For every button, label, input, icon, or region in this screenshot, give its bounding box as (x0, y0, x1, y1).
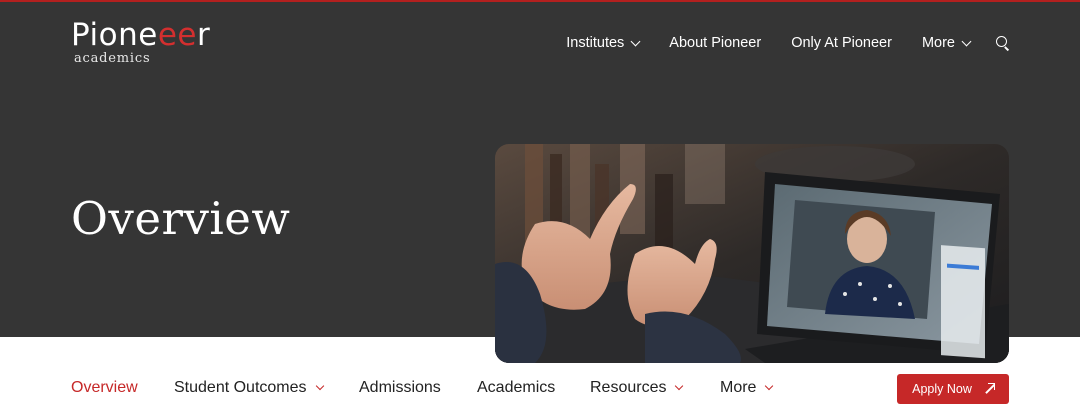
nav-only-at-pioneer[interactable]: Only At Pioneer (791, 35, 892, 51)
nav-more-label: More (921, 35, 955, 51)
chevron-down-icon (630, 36, 641, 46)
logo-tagline: academics (74, 51, 151, 66)
hero-photo (495, 144, 1009, 363)
nav-about-pioneer[interactable]: About Pioneer (669, 35, 761, 51)
page-title: Overview (71, 192, 291, 245)
tab-student-outcomes[interactable]: Student Outcomes (174, 379, 324, 397)
nav-institutes[interactable]: Institutes (566, 35, 641, 51)
nav-institutes-label: Institutes (566, 35, 625, 51)
tab-overview[interactable]: Overview (71, 379, 138, 397)
tab-admissions-label: Admissions (359, 379, 441, 396)
tab-more[interactable]: More (720, 379, 774, 397)
chevron-down-icon (961, 36, 972, 46)
apply-now-button[interactable]: Apply Now (897, 374, 1009, 404)
tab-admissions[interactable]: Admissions (359, 379, 441, 397)
arrow-up-right-icon (984, 383, 995, 394)
nav-only-label: Only At Pioneer (791, 35, 892, 51)
logo-text-end: r (196, 17, 211, 53)
chevron-down-icon (675, 381, 684, 391)
chevron-down-icon (315, 381, 324, 391)
tab-resources[interactable]: Resources (590, 379, 684, 397)
tab-academics[interactable]: Academics (477, 379, 555, 397)
logo-text-start: Pione (71, 17, 158, 53)
chevron-down-icon (765, 381, 774, 391)
tab-student-outcomes-label: Student Outcomes (174, 379, 307, 396)
nav-about-label: About Pioneer (669, 35, 762, 51)
search-icon[interactable] (996, 36, 1010, 50)
nav-more[interactable]: More (921, 35, 972, 51)
video-call-photo-icon (495, 144, 1009, 363)
main-nav: Institutes About Pioneer Only At Pioneer… (566, 33, 1010, 53)
tab-academics-label: Academics (477, 379, 556, 396)
logo[interactable]: Pioneeer academics (71, 18, 210, 66)
tab-more-label: More (720, 379, 757, 396)
tab-overview-label: Overview (71, 379, 138, 396)
apply-now-label: Apply Now (912, 382, 972, 396)
logo-wordmark: Pioneeer (71, 18, 210, 52)
tab-resources-label: Resources (590, 379, 667, 396)
logo-text-accent: ee (157, 17, 197, 53)
